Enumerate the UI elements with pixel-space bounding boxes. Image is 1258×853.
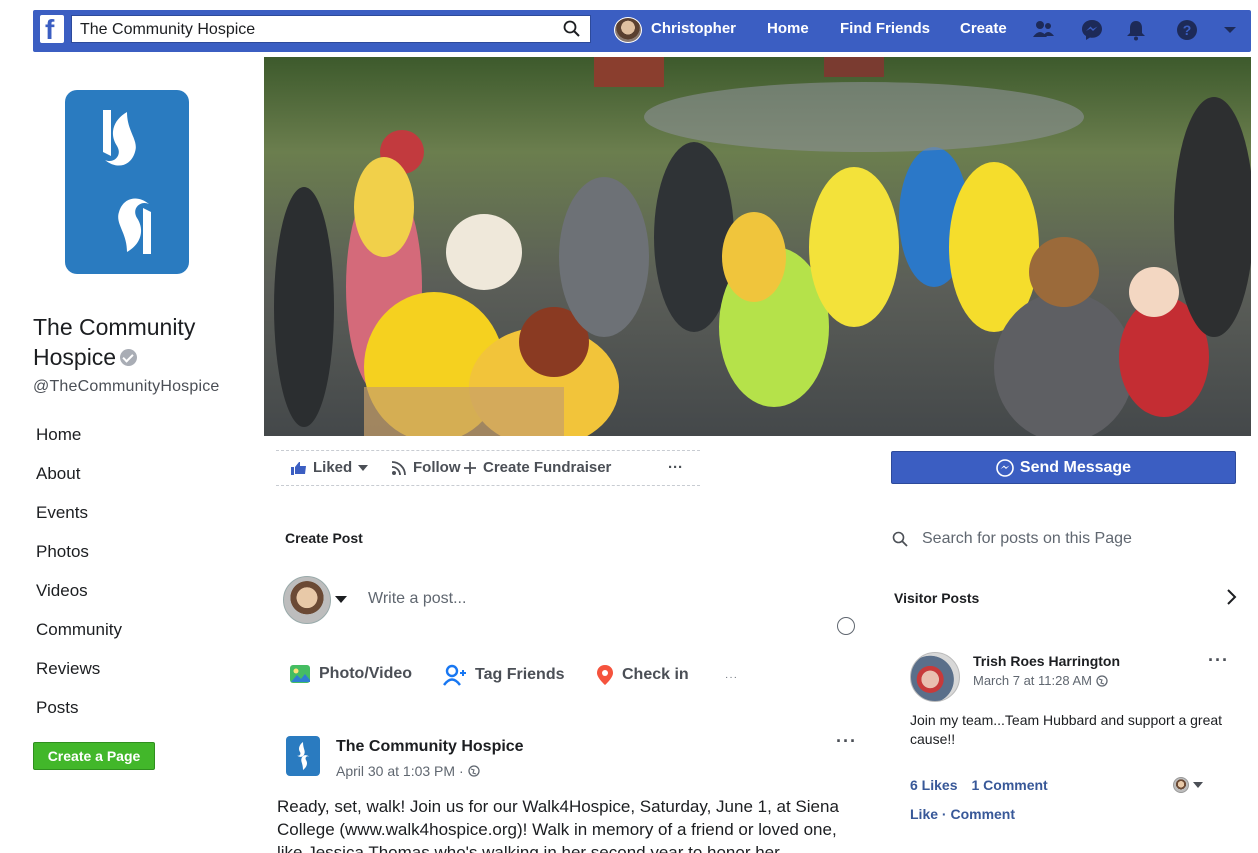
post-body-text: Ready, set, walk! Join us for our Walk4H…	[277, 797, 839, 853]
visitor-post-timestamp[interactable]: March 7 at 11:28 AM	[973, 673, 1108, 688]
follow-button[interactable]: Follow	[391, 459, 461, 476]
svg-text:?: ?	[1183, 22, 1192, 38]
create-fundraiser-button[interactable]: Create Fundraiser	[463, 459, 611, 476]
visitor-post-comments[interactable]: 1 Comment	[971, 777, 1047, 793]
plus-icon	[464, 461, 476, 474]
post-author-name[interactable]: The Community Hospice	[336, 738, 524, 756]
search-icon[interactable]	[562, 19, 582, 39]
location-pin-icon	[597, 665, 613, 685]
cover-photo[interactable]	[264, 57, 1251, 436]
nav-item-photos[interactable]: Photos	[36, 542, 236, 581]
page-navigation: Home About Events Photos Videos Communit…	[36, 425, 236, 737]
account-menu-icon[interactable]	[1219, 19, 1241, 41]
visitor-post-time-text: March 7 at 11:28 AM	[973, 673, 1092, 688]
find-friends-link[interactable]: Find Friends	[840, 20, 930, 37]
post-time-text: April 30 at 1:03 PM ·	[336, 763, 464, 779]
composer-avatar	[283, 576, 331, 624]
facebook-logo[interactable]: f	[40, 14, 64, 45]
create-page-button[interactable]: Create a Page	[33, 742, 155, 770]
home-link[interactable]: Home	[767, 20, 809, 37]
visitor-post-likes[interactable]: 6 Likes	[910, 777, 957, 793]
create-fundraiser-label: Create Fundraiser	[483, 459, 612, 476]
nav-item-about[interactable]: About	[36, 464, 236, 503]
post-options-button[interactable]: ···	[836, 731, 857, 752]
reaction-selector[interactable]	[1173, 777, 1203, 793]
chevron-right-icon[interactable]	[1226, 588, 1238, 606]
photo-video-button[interactable]: Photo/Video	[289, 664, 412, 684]
reacting-user-avatar	[1173, 777, 1189, 793]
nav-item-events[interactable]: Events	[36, 503, 236, 542]
photo-icon	[290, 665, 310, 683]
help-icon[interactable]: ?	[1176, 19, 1198, 41]
nav-item-videos[interactable]: Videos	[36, 581, 236, 620]
tag-friends-icon	[443, 664, 466, 686]
visitor-post-avatar[interactable]	[910, 652, 960, 702]
visitor-post-options-button[interactable]: ···	[1208, 650, 1229, 671]
visitor-post-text: Join my team...Team Hubbard and support …	[910, 712, 1223, 747]
emoji-icon[interactable]	[837, 617, 855, 635]
page-actions-bar: Liked Follow Create Fundraiser ···	[276, 450, 700, 486]
thumbs-up-icon	[291, 461, 306, 475]
chevron-down-icon	[358, 464, 369, 471]
page-profile-logo[interactable]	[65, 90, 189, 274]
photo-video-label: Photo/Video	[319, 665, 413, 682]
create-post-title: Create Post	[285, 530, 363, 546]
tag-friends-button[interactable]: Tag Friends	[443, 664, 565, 686]
visitor-post-like-comment-links[interactable]: Like · Comment	[910, 806, 1015, 822]
nav-item-home[interactable]: Home	[36, 425, 236, 464]
visitor-posts-title: Visitor Posts	[894, 590, 980, 606]
globe-icon	[467, 765, 480, 777]
check-in-label: Check in	[622, 666, 689, 683]
search-input[interactable]: The Community Hospice	[71, 15, 591, 43]
notifications-icon[interactable]	[1125, 19, 1147, 41]
chevron-down-icon	[1193, 782, 1203, 788]
search-icon	[892, 531, 908, 547]
visitor-post-stats: 6 Likes 1 Comment	[910, 777, 1048, 793]
check-in-button[interactable]: Check in	[596, 664, 689, 686]
send-message-button[interactable]: Send Message	[891, 451, 1236, 484]
visitor-post-author[interactable]: Trish Roes Harrington	[973, 653, 1120, 669]
messenger-icon[interactable]	[1081, 19, 1103, 41]
audience-chevron-icon[interactable]	[335, 596, 347, 603]
liked-button[interactable]: Liked	[291, 459, 369, 476]
send-message-label: Send Message	[1019, 458, 1132, 476]
post-timestamp[interactable]: April 30 at 1:03 PM ·	[336, 763, 480, 779]
nav-item-posts[interactable]: Posts	[36, 698, 236, 737]
globe-icon	[1096, 674, 1108, 687]
messenger-icon	[996, 458, 1014, 477]
friends-icon[interactable]	[1033, 19, 1055, 41]
more-actions-button[interactable]: ···	[668, 459, 683, 476]
verified-badge-icon	[120, 349, 138, 366]
page-title[interactable]: The Community Hospice	[33, 312, 243, 372]
nav-item-reviews[interactable]: Reviews	[36, 659, 236, 698]
page-posts-search-placeholder: Search for posts on this Page	[922, 530, 1132, 547]
follow-label: Follow	[413, 459, 461, 476]
liked-label: Liked	[313, 459, 353, 476]
post-author-avatar[interactable]	[286, 736, 320, 776]
more-options-button[interactable]: ···	[725, 672, 738, 683]
search-input-value: The Community Hospice	[80, 21, 256, 38]
profile-link[interactable]: Christopher	[651, 20, 736, 37]
user-avatar[interactable]	[614, 17, 642, 43]
rss-icon	[391, 460, 406, 475]
tag-friends-label: Tag Friends	[475, 666, 565, 683]
create-link[interactable]: Create	[960, 20, 1007, 37]
page-handle: @TheCommunityHospice	[33, 378, 220, 395]
nav-item-community[interactable]: Community	[36, 620, 236, 659]
post-composer-input[interactable]: Write a post...	[368, 590, 466, 608]
page-posts-search[interactable]: Search for posts on this Page	[892, 530, 1132, 548]
